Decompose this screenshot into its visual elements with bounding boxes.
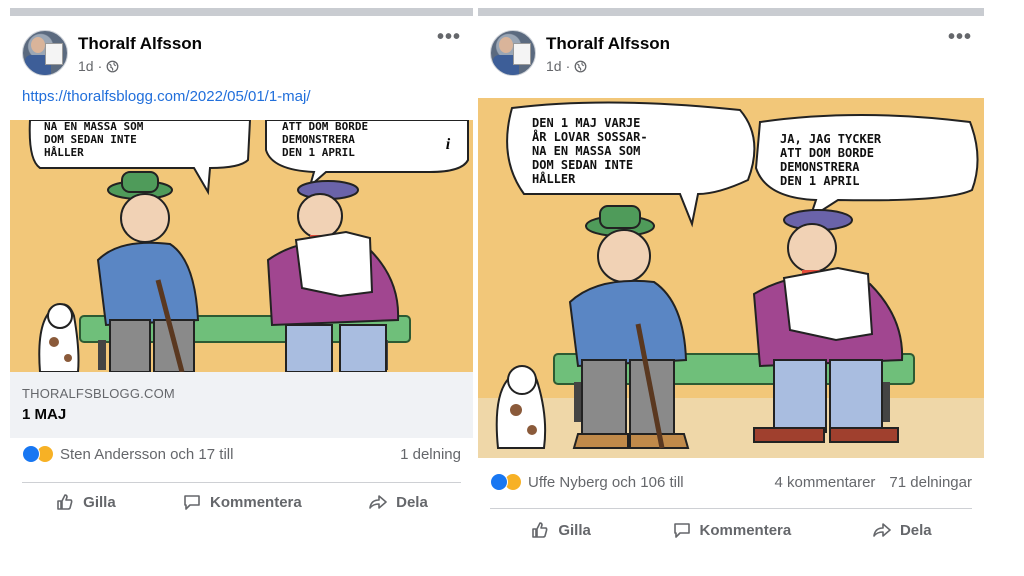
speech-bubble-right-text: ATT DOM BORDE DEMONSTRERA DEN 1 APRIL: [282, 120, 369, 159]
meta-separator: ·: [97, 58, 103, 74]
author-name[interactable]: Thoralf Alfsson: [546, 34, 670, 54]
avatar[interactable]: [22, 30, 68, 76]
preview-domain: THORALFSBLOGG.COM: [22, 386, 175, 401]
post-link[interactable]: https://thoralfsblogg.com/2022/05/01/1-m…: [22, 88, 311, 105]
reactions-count[interactable]: Uffe Nyberg och 106 till: [528, 474, 684, 491]
post-time[interactable]: 1d: [78, 58, 94, 74]
like-label: Gilla: [558, 521, 591, 539]
reaction-icons[interactable]: [22, 445, 54, 463]
action-bar: Gilla Kommentera Dela: [22, 484, 461, 520]
speech-bubble-left-text: DEN 1 MAJ VARJE ÅR LOVAR SOSSAR- NA EN M…: [532, 116, 648, 186]
speech-bubble-icon: [184, 495, 200, 510]
speech-bubble-right-text: JA, JAG TYCKER ATT DOM BORDE DEMONSTRERA…: [780, 132, 882, 188]
comment-button[interactable]: Kommentera: [166, 486, 318, 518]
share-arrow-icon: [369, 495, 387, 509]
preview-title: 1 MAJ: [22, 406, 67, 423]
share-label: Dela: [396, 493, 428, 511]
avatar[interactable]: [490, 30, 536, 76]
thumbs-up-icon: [532, 522, 548, 538]
share-button[interactable]: Dela: [856, 514, 948, 546]
comment-button[interactable]: Kommentera: [656, 514, 808, 546]
link-preview[interactable]: THORALFSBLOGG.COM 1 MAJ: [10, 372, 473, 438]
like-button[interactable]: Gilla: [39, 486, 132, 518]
top-border: [10, 8, 473, 16]
top-border: [478, 8, 984, 16]
more-options-icon[interactable]: •••: [948, 27, 972, 47]
speech-bubble-left-text: NA EN MASSA SOM DOM SEDAN INTE HÅLLER: [44, 120, 144, 159]
like-reaction-icon: [22, 445, 40, 463]
comments-count[interactable]: 4 kommentarer: [775, 474, 876, 491]
reaction-icons[interactable]: [490, 473, 522, 491]
cartoon-image[interactable]: DEN 1 MAJ VARJE ÅR LOVAR SOSSAR- NA EN M…: [478, 98, 984, 458]
post-stats: Uffe Nyberg och 106 till 4 kommentarer 7…: [490, 470, 972, 494]
author-name[interactable]: Thoralf Alfsson: [78, 34, 202, 54]
post-header: Thoralf Alfsson 1d · •••: [490, 27, 972, 78]
post-stats: Sten Andersson och 17 till 1 delning: [22, 442, 461, 466]
comment-label: Kommentera: [210, 493, 302, 511]
globe-icon: [106, 60, 119, 72]
post-card: Thoralf Alfsson 1d · ••• https://thoralf…: [10, 8, 473, 528]
divider: [490, 508, 972, 509]
like-reaction-icon: [490, 473, 508, 491]
post-meta: 1d ·: [546, 58, 587, 74]
like-label: Gilla: [83, 493, 116, 511]
shares-count[interactable]: 1 delning: [400, 446, 461, 463]
shares-count[interactable]: 71 delningar: [889, 474, 972, 491]
thumbs-up-icon: [57, 494, 73, 510]
post-header: Thoralf Alfsson 1d · •••: [22, 27, 461, 78]
more-options-icon[interactable]: •••: [437, 27, 461, 47]
meta-separator: ·: [565, 58, 571, 74]
reactions-count[interactable]: Sten Andersson och 17 till: [60, 446, 233, 463]
share-arrow-icon: [873, 523, 891, 537]
action-bar: Gilla Kommentera Dela: [490, 512, 972, 548]
divider: [22, 482, 461, 483]
post-time[interactable]: 1d: [546, 58, 562, 74]
post-card: Thoralf Alfsson 1d · ••• DEN 1 MAJ VARJE…: [478, 8, 984, 568]
cartoon-image[interactable]: NA EN MASSA SOM DOM SEDAN INTE HÅLLER AT…: [10, 120, 473, 372]
like-button[interactable]: Gilla: [514, 514, 607, 546]
comment-label: Kommentera: [699, 521, 792, 539]
speech-bubble-icon: [673, 523, 690, 538]
post-meta: 1d ·: [78, 58, 119, 74]
share-button[interactable]: Dela: [352, 486, 444, 518]
globe-icon: [574, 60, 587, 72]
share-label: Dela: [899, 521, 932, 539]
info-icon[interactable]: i: [437, 134, 459, 156]
